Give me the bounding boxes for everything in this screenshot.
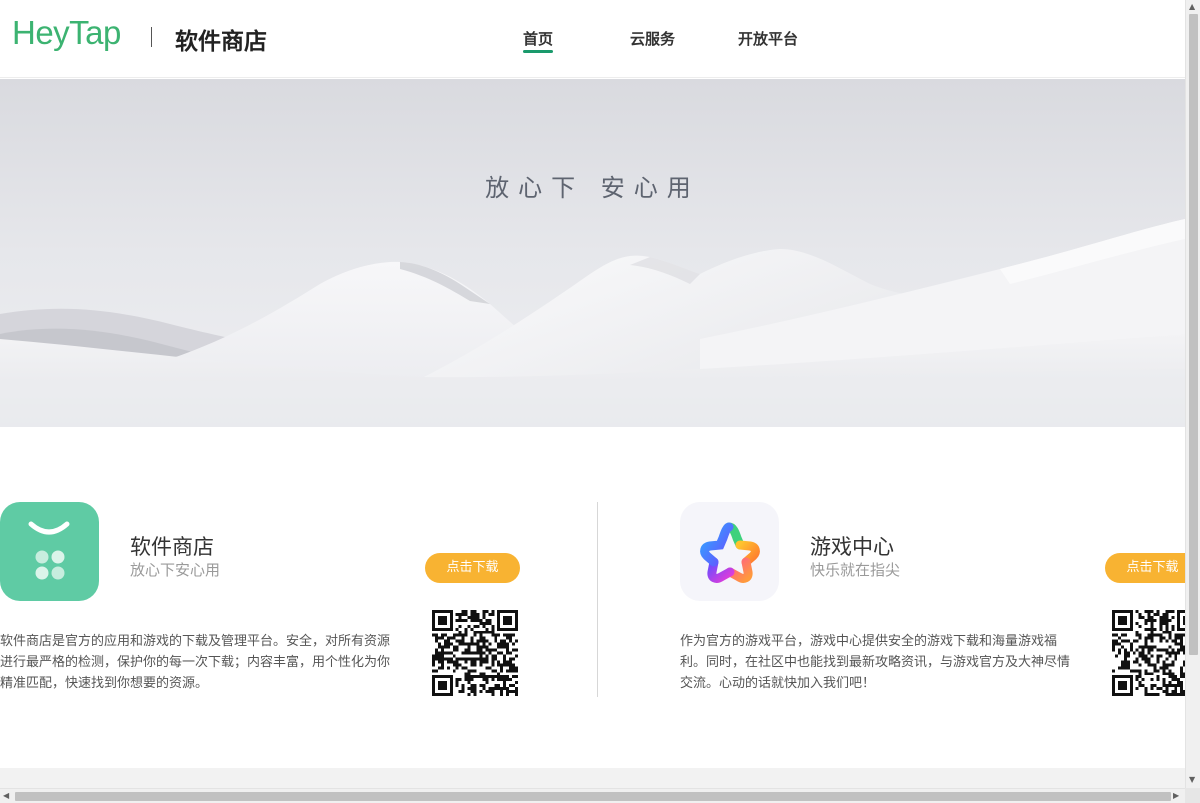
hero-banner: 放心下 安心用 [0, 79, 1185, 427]
site-title: 软件商店 [175, 29, 267, 55]
download-qr-code [432, 610, 518, 696]
heytap-logo[interactable]: HeyTap [12, 14, 121, 52]
app-store-icon [0, 502, 99, 601]
scroll-down-arrow-icon[interactable]: ▼ [1189, 775, 1195, 785]
snow-mountain-image [0, 79, 1185, 427]
top-header: HeyTap 软件商店 首页 云服务 开放平台 [0, 0, 1185, 78]
banner-slogan: 放心下 安心用 [485, 174, 700, 202]
logo-divider [151, 27, 152, 47]
horizontal-scroll-thumb[interactable] [15, 792, 1171, 801]
nav-cloud-service[interactable]: 云服务 [630, 28, 675, 49]
scroll-left-arrow-icon[interactable]: ◀ [3, 791, 9, 801]
product-tagline: 放心下安心用 [130, 561, 221, 579]
vertical-scroll-thumb[interactable] [1189, 14, 1198, 655]
vertical-scrollbar[interactable]: ▲ ▼ [1185, 0, 1200, 788]
product-description: 软件商店是官方的应用和游戏的下载及管理平台。安全，对所有资源进行最严格的检测，保… [0, 634, 391, 691]
product-card-game-center: 游戏中心 快乐就在指尖 点击下载 作为官方的游戏平台，游戏中心提供安全的游戏下载… [680, 502, 1185, 702]
product-description: 作为官方的游戏平台，游戏中心提供安全的游戏下载和海量游戏福利。同时，在社区中也能… [680, 634, 1071, 691]
card-divider [597, 502, 598, 697]
download-button[interactable]: 点击下载 [425, 553, 520, 583]
page-viewport: HeyTap 软件商店 首页 云服务 开放平台 放心下 安心用 软件商店 放心下… [0, 0, 1185, 788]
download-qr-code [1112, 610, 1185, 696]
product-name: 软件商店 [130, 535, 214, 559]
product-name: 游戏中心 [810, 535, 894, 559]
product-card-app-store: 软件商店 放心下安心用 点击下载 软件商店是官方的应用和游戏的下载及管理平台。安… [0, 502, 530, 702]
footer-band [0, 768, 1185, 788]
product-tagline: 快乐就在指尖 [810, 561, 901, 579]
nav-open-platform[interactable]: 开放平台 [738, 28, 798, 49]
scrollbar-corner [1185, 788, 1200, 803]
scroll-up-arrow-icon[interactable]: ▲ [1189, 2, 1195, 12]
horizontal-scrollbar[interactable]: ◀ ▶ [0, 788, 1185, 803]
scroll-right-arrow-icon[interactable]: ▶ [1173, 791, 1179, 801]
download-button[interactable]: 点击下载 [1105, 553, 1185, 583]
game-center-icon [680, 502, 779, 601]
nav-home[interactable]: 首页 [523, 28, 554, 53]
